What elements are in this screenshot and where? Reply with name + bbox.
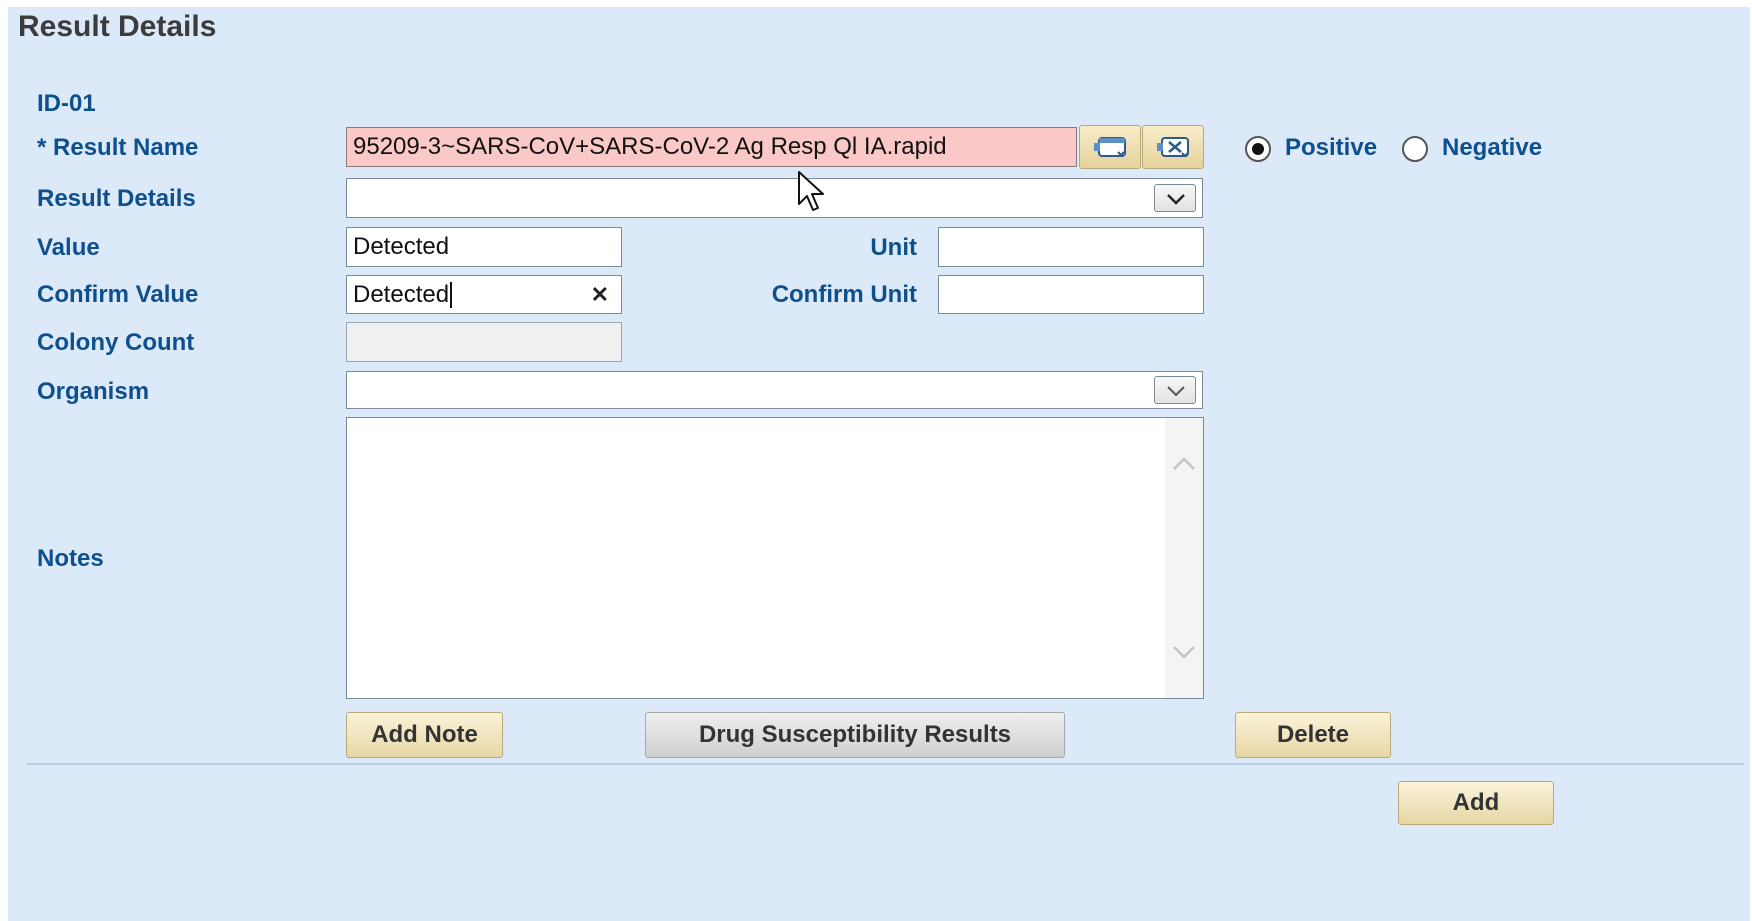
confirm-value-text: Detected (353, 280, 450, 308)
organism-select[interactable] (346, 371, 1203, 409)
section-title: Result Details (18, 10, 217, 43)
add-button[interactable]: Add (1398, 781, 1554, 825)
notes-scrollbar[interactable] (1165, 418, 1203, 698)
unit-label: Unit (870, 234, 917, 261)
colony-count-input (346, 322, 622, 362)
confirm-unit-input[interactable] (938, 275, 1204, 314)
result-name-value: 95209-3~SARS-CoV+SARS-CoV-2 Ag Resp Ql I… (353, 133, 947, 160)
chevron-up-icon[interactable] (1171, 454, 1197, 472)
chevron-down-icon (1167, 386, 1185, 397)
negative-label[interactable]: Negative (1442, 134, 1542, 162)
result-details-dropdown-button[interactable] (1154, 184, 1196, 212)
result-name-label: * Result Name (37, 134, 199, 161)
positive-radio[interactable] (1245, 136, 1271, 162)
organism-dropdown-button[interactable] (1154, 376, 1196, 404)
colony-count-label: Colony Count (37, 329, 195, 356)
record-id: ID-01 (37, 90, 96, 117)
delete-button[interactable]: Delete (1235, 712, 1391, 758)
clear-x-icon[interactable]: ✕ (591, 282, 609, 308)
confirm-value-label: Confirm Value (37, 281, 199, 308)
value-text: Detected (353, 233, 450, 260)
lookup-button[interactable] (1079, 125, 1141, 169)
unit-input[interactable] (938, 227, 1204, 267)
notes-textarea[interactable] (346, 417, 1204, 699)
positive-label[interactable]: Positive (1285, 134, 1377, 162)
result-name-field[interactable]: 95209-3~SARS-CoV+SARS-CoV-2 Ag Resp Ql I… (346, 127, 1077, 167)
notes-label: Notes (37, 545, 104, 572)
confirm-value-input[interactable]: Detected ✕ (346, 275, 622, 314)
confirm-value-wrapper: Detected (353, 280, 453, 309)
value-input[interactable]: Detected (346, 227, 622, 267)
negative-radio[interactable] (1402, 136, 1428, 162)
drug-susceptibility-button[interactable]: Drug Susceptibility Results (645, 712, 1065, 758)
organism-label: Organism (37, 378, 150, 405)
chevron-down-icon[interactable] (1171, 644, 1197, 662)
text-caret (450, 282, 453, 309)
confirm-unit-label: Confirm Unit (771, 281, 917, 308)
result-details-select[interactable] (346, 178, 1203, 218)
mouse-pointer-icon (798, 171, 824, 211)
clear-lookup-button[interactable] (1142, 125, 1204, 169)
result-details-label: Result Details (37, 185, 196, 212)
divider (27, 763, 1744, 765)
value-label: Value (37, 234, 100, 261)
chevron-down-icon (1167, 194, 1185, 205)
add-note-button[interactable]: Add Note (346, 712, 503, 758)
lookup-icon (1094, 137, 1126, 157)
clear-lookup-icon (1157, 137, 1189, 158)
